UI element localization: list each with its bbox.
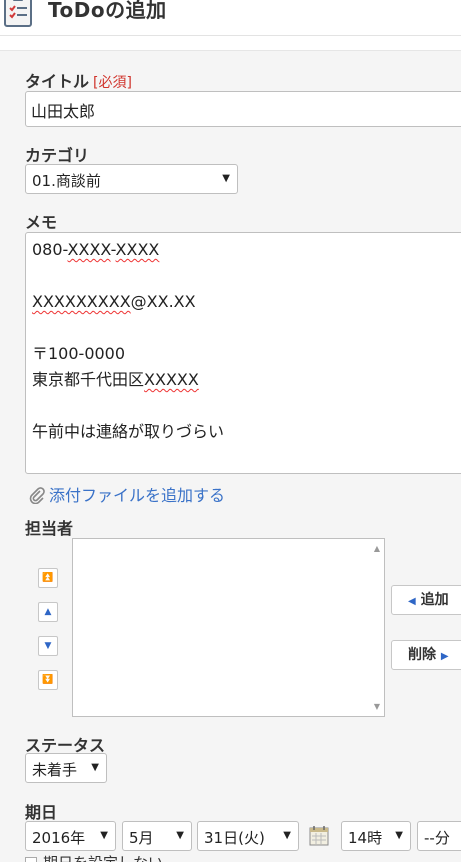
memo-line — [32, 393, 458, 419]
due-day-value: 31日(火) — [204, 829, 265, 847]
move-down-icon: ▼ — [44, 641, 52, 651]
title-label: タイトル [必須] — [25, 68, 132, 92]
due-day-select[interactable]: 31日(火) ▼ — [197, 821, 299, 851]
due-month-value: 5月 — [129, 829, 154, 847]
required-badge: [必須] — [93, 75, 132, 91]
due-minute-select[interactable]: --分 — [417, 821, 461, 851]
add-assignee-button-label: 追加 — [420, 592, 449, 608]
remove-assignee-button[interactable]: 削除 ▶ — [391, 640, 461, 670]
dropdown-arrow-icon: ▼ — [100, 830, 108, 841]
move-top-icon: ⏫ — [42, 573, 54, 583]
scroll-up-icon[interactable]: ▲ — [374, 544, 380, 553]
arrow-left-icon: ◀ — [408, 596, 416, 607]
add-assignee-button[interactable]: ◀ 追加 — [391, 585, 461, 615]
memo-label: メモ — [25, 213, 58, 232]
due-date-label: 期日 — [25, 803, 58, 822]
move-bottom-button[interactable]: ⏬ — [38, 670, 58, 690]
dropdown-arrow-icon: ▼ — [176, 830, 184, 841]
dropdown-arrow-icon: ▼ — [283, 830, 291, 841]
no-due-date-label: 期日を設定しない — [43, 854, 163, 862]
category-select[interactable]: 01.商談前 ▼ — [25, 164, 238, 194]
memo-line — [32, 263, 458, 289]
move-bottom-icon: ⏬ — [42, 675, 54, 685]
move-up-icon: ▲ — [44, 607, 52, 617]
title-label-text: タイトル — [25, 72, 90, 91]
no-due-date-option[interactable]: 期日を設定しない — [25, 852, 163, 862]
memo-line — [32, 315, 458, 341]
dropdown-arrow-icon: ▼ — [222, 173, 230, 184]
memo-line: 〒100-0000 — [32, 344, 126, 363]
scroll-down-icon[interactable]: ▼ — [374, 702, 380, 711]
remove-assignee-button-label: 削除 — [408, 647, 436, 663]
due-hour-value: 14時 — [348, 829, 383, 847]
header: ToDoの追加 — [0, 0, 461, 36]
category-label: カテゴリ — [25, 146, 90, 165]
no-due-date-checkbox[interactable] — [25, 857, 37, 862]
status-select[interactable]: 未着手 ▼ — [25, 753, 107, 783]
due-hour-select[interactable]: 14時 ▼ — [341, 821, 411, 851]
attach-file-text: 添付ファイルを追加する — [49, 486, 226, 505]
move-up-button[interactable]: ▲ — [38, 602, 58, 622]
move-top-button[interactable]: ⏫ — [38, 568, 58, 588]
assignee-label: 担当者 — [25, 519, 74, 538]
page-title: ToDoの追加 — [48, 0, 167, 22]
status-select-value: 未着手 — [32, 761, 78, 779]
due-month-select[interactable]: 5月 ▼ — [122, 821, 192, 851]
due-minute-value: --分 — [424, 829, 450, 847]
assignee-listbox[interactable]: ▲ ▼ — [72, 538, 385, 717]
calendar-icon[interactable] — [308, 825, 330, 847]
category-select-value: 01.商談前 — [32, 172, 101, 190]
memo-line: 午前中は連絡が取りづらい — [32, 422, 225, 441]
memo-line: 東京都千代田区XXXXX — [32, 370, 199, 389]
title-input[interactable]: 山田太郎 — [25, 91, 461, 127]
memo-line: XXXXXXXXX@XX.XX — [32, 292, 196, 311]
move-down-button[interactable]: ▼ — [38, 636, 58, 656]
memo-line: 080-XXXX-XXXX — [32, 240, 160, 259]
memo-textarea[interactable]: 080-XXXX-XXXX XXXXXXXXX@XX.XX 〒100-0000 … — [25, 232, 461, 474]
dropdown-arrow-icon: ▼ — [395, 830, 403, 841]
paperclip-icon — [29, 487, 45, 504]
attach-file-link[interactable]: 添付ファイルを追加する — [28, 482, 225, 506]
dropdown-arrow-icon: ▼ — [91, 762, 99, 773]
due-year-value: 2016年 — [32, 829, 86, 847]
arrow-right-icon: ▶ — [440, 651, 449, 662]
todo-list-icon — [4, 0, 32, 27]
due-year-select[interactable]: 2016年 ▼ — [25, 821, 116, 851]
